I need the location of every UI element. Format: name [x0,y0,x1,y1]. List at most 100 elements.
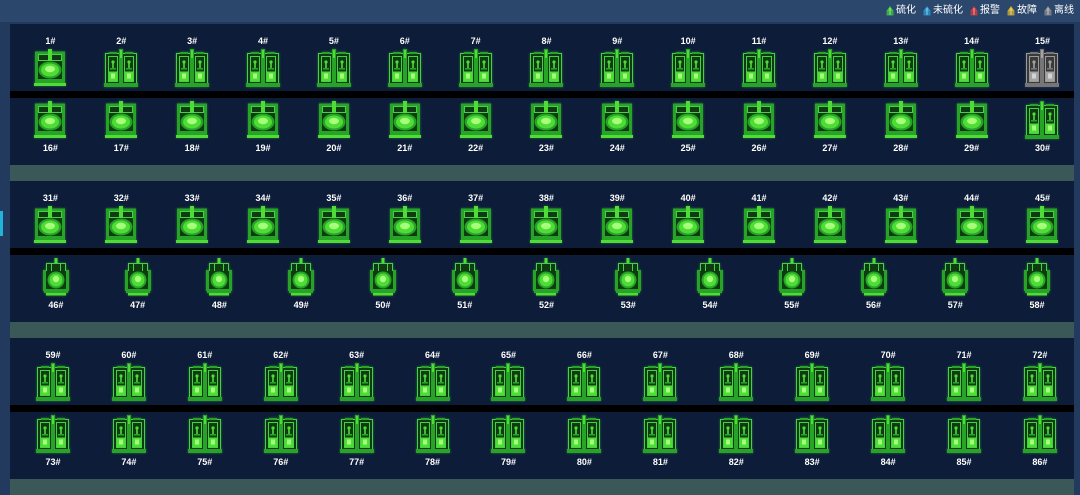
machine-tile[interactable]: 81# [622,415,698,468]
machine-tile[interactable]: 4# [228,35,299,87]
machine-tile[interactable]: 26# [724,101,795,154]
machine-tile[interactable]: 83# [774,415,850,468]
machine-tile[interactable]: 14# [936,35,1007,87]
machine-tile[interactable]: 37# [440,192,511,244]
legend-item-fault: 故障 [1007,0,1037,22]
machine-label: 64# [425,350,441,360]
machine-tile[interactable]: 38# [511,192,582,244]
machine-tile[interactable]: 32# [86,192,157,244]
machine-tile[interactable]: 54# [669,258,751,311]
press-closed-icon [104,206,138,244]
machine-tile[interactable]: 73# [15,415,91,468]
machine-tile[interactable]: 68# [698,349,774,401]
top-bar: 硫化 未硫化 报警 故障 离线 [0,0,1080,22]
machine-tile[interactable]: 65# [471,349,547,401]
machine-tile[interactable]: 25# [653,101,724,154]
machine-tile[interactable]: 86# [1002,415,1078,468]
machine-tile[interactable]: 22# [440,101,511,154]
machine-tile[interactable]: 84# [850,415,926,468]
machine-tile[interactable]: 79# [471,415,547,468]
machine-tile[interactable]: 74# [91,415,167,468]
machine-tile[interactable]: 31# [15,192,86,244]
machine-tile[interactable]: 39# [582,192,653,244]
machine-tile[interactable]: 33# [157,192,228,244]
machine-tile[interactable]: 12# [794,35,865,87]
machine-tile[interactable]: 48# [179,258,261,311]
press-closed-icon [813,101,847,139]
sidebar-toggle-handle[interactable] [0,211,3,236]
machine-tile[interactable]: 80# [546,415,622,468]
machine-tile[interactable]: 52# [506,258,588,311]
machine-tile[interactable]: 9# [582,35,653,87]
machine-tile[interactable]: 19# [228,101,299,154]
machine-tile[interactable]: 35# [298,192,369,244]
machine-tile[interactable]: 63# [319,349,395,401]
press-open-double-icon [339,415,374,453]
machine-tile[interactable]: 28# [865,101,936,154]
press-tall-icon [775,258,809,296]
machine-tile[interactable]: 17# [86,101,157,154]
machine-tile[interactable]: 11# [724,35,795,87]
machine-tile[interactable]: 61# [167,349,243,401]
machine-tile[interactable]: 30# [1007,101,1078,154]
machine-tile[interactable]: 82# [698,415,774,468]
machine-tile[interactable]: 13# [865,35,936,87]
machine-tile[interactable]: 62# [243,349,319,401]
machine-label: 21# [397,143,413,153]
machine-tile[interactable]: 6# [369,35,440,87]
machine-tile[interactable]: 20# [298,101,369,154]
machine-tile[interactable]: 42# [794,192,865,244]
machine-tile[interactable]: 71# [926,349,1002,401]
machine-tile[interactable]: 46# [15,258,97,311]
machine-tile[interactable]: 51# [424,258,506,311]
machine-tile[interactable]: 1# [15,35,86,87]
machine-tile[interactable]: 72# [1002,349,1078,401]
machine-tile[interactable]: 77# [319,415,395,468]
machine-label: 4# [258,36,269,46]
machine-tile[interactable]: 75# [167,415,243,468]
machine-tile[interactable]: 41# [724,192,795,244]
machine-tile[interactable]: 15# [1007,35,1078,87]
machine-label: 84# [880,457,896,467]
machine-tile[interactable]: 21# [369,101,440,154]
machine-tile[interactable]: 47# [97,258,179,311]
machine-tile[interactable]: 3# [157,35,228,87]
machine-tile[interactable]: 24# [582,101,653,154]
machine-tile[interactable]: 36# [369,192,440,244]
machine-tile[interactable]: 27# [794,101,865,154]
machine-tile[interactable]: 58# [996,258,1078,311]
machine-tile[interactable]: 43# [865,192,936,244]
machine-tile[interactable]: 78# [395,415,471,468]
machine-label: 26# [751,143,767,153]
machine-tile[interactable]: 67# [622,349,698,401]
machine-tile[interactable]: 45# [1007,192,1078,244]
machine-tile[interactable]: 34# [228,192,299,244]
machine-tile[interactable]: 60# [91,349,167,401]
machine-label: 57# [947,300,963,310]
machine-tile[interactable]: 64# [395,349,471,401]
machine-tile[interactable]: 40# [653,192,724,244]
machine-tile[interactable]: 56# [833,258,915,311]
machine-tile[interactable]: 44# [936,192,1007,244]
machine-tile[interactable]: 66# [546,349,622,401]
machine-tile[interactable]: 49# [260,258,342,311]
machine-tile[interactable]: 50# [342,258,424,311]
machine-tile[interactable]: 85# [926,415,1002,468]
machine-tile[interactable]: 29# [936,101,1007,154]
machine-tile[interactable]: 55# [751,258,833,311]
machine-tile[interactable]: 8# [511,35,582,87]
machine-tile[interactable]: 69# [774,349,850,401]
machine-tile[interactable]: 57# [914,258,996,311]
machine-tile[interactable]: 59# [15,349,91,401]
machine-tile[interactable]: 7# [440,35,511,87]
machine-tile[interactable]: 76# [243,415,319,468]
machine-tile[interactable]: 18# [157,101,228,154]
machine-label: 51# [457,300,473,310]
machine-tile[interactable]: 23# [511,101,582,154]
machine-tile[interactable]: 16# [15,101,86,154]
machine-tile[interactable]: 2# [86,35,157,87]
machine-tile[interactable]: 5# [298,35,369,87]
machine-tile[interactable]: 10# [653,35,724,87]
machine-tile[interactable]: 53# [587,258,669,311]
machine-tile[interactable]: 70# [850,349,926,401]
